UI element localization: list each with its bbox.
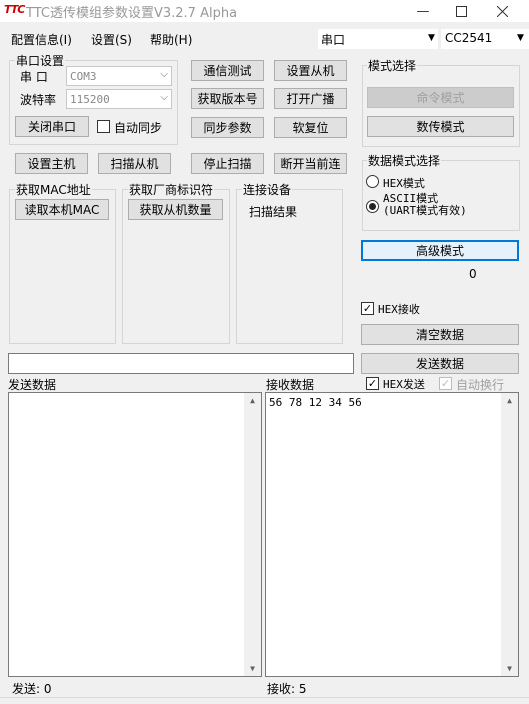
- send-panel-label: 发送数据: [8, 378, 57, 392]
- scroll-up-icon[interactable]: ▲: [244, 396, 261, 405]
- hex-receive-label: HEX接收: [378, 303, 420, 316]
- set-master-button[interactable]: 设置主机: [15, 153, 88, 174]
- app-logo: TTC: [4, 3, 25, 16]
- port-value: COM3: [70, 69, 97, 83]
- soft-reset-button[interactable]: 软复位: [274, 117, 347, 138]
- port-type-value: 串口: [321, 33, 346, 47]
- advanced-counter: 0: [469, 267, 477, 281]
- chip-select[interactable]: CC2541 ▼: [441, 29, 529, 49]
- command-mode-button[interactable]: 命令模式: [367, 87, 514, 108]
- stop-scan-button[interactable]: 停止扫描: [191, 153, 264, 174]
- chip-value: CC2541: [445, 31, 493, 45]
- advanced-mode-button[interactable]: 高级模式: [361, 240, 519, 261]
- menu-config[interactable]: 配置信息(I): [11, 31, 72, 48]
- connected-group-label: 连接设备: [242, 181, 293, 198]
- recv-content: 56 78 12 34 56: [269, 396, 362, 409]
- baud-label: 波特率: [20, 93, 57, 107]
- send-data-button[interactable]: 发送数据: [361, 353, 519, 374]
- send-counter: 发送: 0: [12, 682, 52, 696]
- status-divider: [0, 697, 529, 698]
- sync-params-button[interactable]: 同步参数: [191, 117, 264, 138]
- hex-send-checkbox[interactable]: ✓: [366, 377, 379, 390]
- chevron-down-icon[interactable]: ▼: [428, 33, 435, 43]
- menu-settings[interactable]: 设置(S): [91, 31, 132, 48]
- set-slave-button[interactable]: 设置从机: [274, 60, 347, 81]
- disconnect-button[interactable]: 断开当前连: [274, 153, 347, 174]
- send-input[interactable]: [8, 353, 354, 374]
- open-broadcast-button[interactable]: 打开广播: [274, 88, 347, 109]
- recv-scrollbar[interactable]: ▲ ▼: [501, 393, 518, 676]
- port-select[interactable]: COM3 ⌵: [66, 66, 172, 86]
- chevron-down-icon: ▼: [517, 33, 524, 43]
- get-slave-count-button[interactable]: 获取从机数量: [128, 199, 223, 220]
- vendor-group-label: 获取厂商标识符: [128, 181, 215, 198]
- auto-wrap-label: 自动换行: [456, 378, 505, 392]
- ascii-mode-radio[interactable]: [366, 200, 379, 213]
- scroll-down-icon[interactable]: ▼: [501, 664, 518, 673]
- comm-test-button[interactable]: 通信测试: [191, 60, 264, 81]
- hex-send-label: HEX发送: [383, 378, 425, 391]
- close-icon[interactable]: [484, 0, 520, 22]
- send-scrollbar[interactable]: ▲ ▼: [244, 393, 261, 676]
- baud-select[interactable]: 115200 ⌵: [66, 89, 172, 109]
- auto-sync-checkbox[interactable]: [97, 120, 110, 133]
- ascii-mode-label: ASCII模式 (UART模式有效): [383, 192, 467, 217]
- recv-textarea[interactable]: 56 78 12 34 56 ▲ ▼: [265, 392, 519, 677]
- transparent-mode-button[interactable]: 数传模式: [367, 116, 514, 137]
- hex-mode-label: HEX模式: [383, 177, 425, 190]
- data-mode-group-label: 数据模式选择: [367, 152, 442, 169]
- auto-sync-label: 自动同步: [114, 121, 163, 135]
- recv-counter: 接收: 5: [267, 682, 307, 696]
- mode-group-label: 模式选择: [367, 57, 418, 74]
- chevron-down-icon: ⌵: [160, 92, 168, 103]
- clear-data-button[interactable]: 清空数据: [361, 324, 519, 345]
- send-textarea[interactable]: ▲ ▼: [8, 392, 262, 677]
- scan-result-label: 扫描结果: [249, 205, 298, 219]
- serial-group-label: 串口设置: [15, 52, 66, 69]
- scroll-up-icon[interactable]: ▲: [501, 396, 518, 405]
- menu-help[interactable]: 帮助(H): [150, 31, 192, 48]
- scan-slave-button[interactable]: 扫描从机: [98, 153, 171, 174]
- auto-wrap-checkbox[interactable]: ✓: [439, 377, 452, 390]
- close-port-button[interactable]: 关闭串口: [15, 116, 89, 137]
- port-label: 串 口: [20, 70, 48, 84]
- hex-receive-checkbox[interactable]: ✓: [361, 302, 374, 315]
- get-version-button[interactable]: 获取版本号: [191, 88, 264, 109]
- chevron-down-icon: ⌵: [160, 69, 168, 80]
- recv-panel-label: 接收数据: [266, 378, 315, 392]
- maximize-icon[interactable]: [443, 0, 479, 22]
- hex-mode-radio[interactable]: [366, 175, 379, 188]
- window-title: TTC透传模组参数设置V3.2.7 Alpha: [26, 6, 238, 21]
- scroll-down-icon[interactable]: ▼: [244, 664, 261, 673]
- read-mac-button[interactable]: 读取本机MAC: [15, 199, 109, 220]
- port-type-select[interactable]: 串口: [318, 29, 438, 49]
- mac-group-label: 获取MAC地址: [15, 181, 92, 198]
- baud-value: 115200: [70, 92, 110, 106]
- minimize-icon[interactable]: —: [405, 0, 441, 22]
